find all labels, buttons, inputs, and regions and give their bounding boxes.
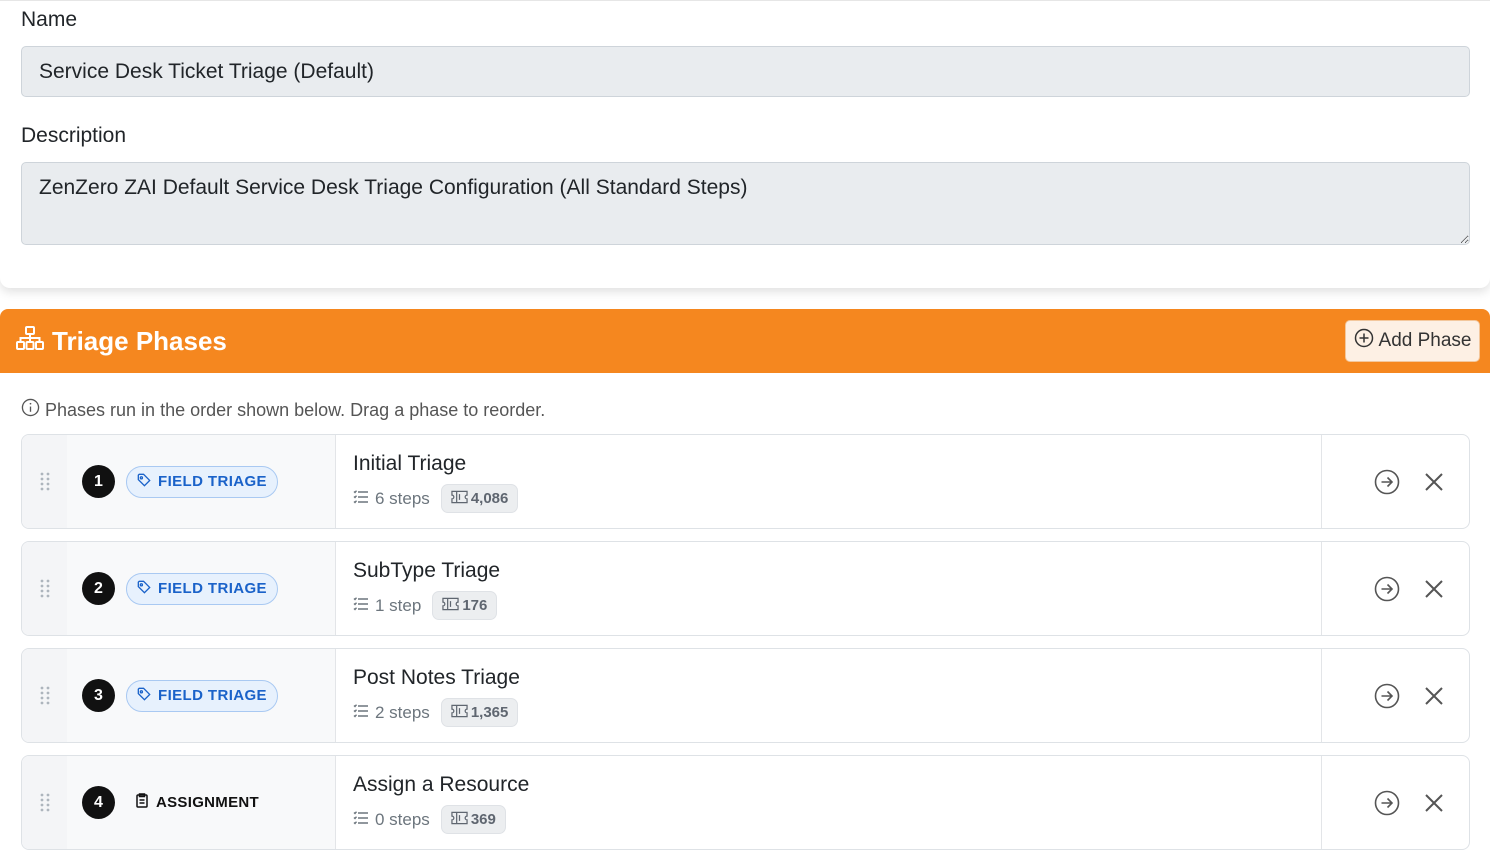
ticket-icon <box>442 597 462 615</box>
configuration-form-card: Name Description ZenZero ZAI Default Ser… <box>0 0 1490 288</box>
token-count: 1,365 <box>470 704 509 721</box>
close-icon[interactable] <box>1424 472 1444 492</box>
list-steps-icon <box>353 703 369 723</box>
ticket-icon <box>451 490 471 508</box>
phase-meta: 0 steps 369 <box>353 805 1321 834</box>
phase-order-badge: 3 <box>82 679 115 712</box>
drag-handle-icon[interactable] <box>22 649 67 742</box>
tag-icon <box>137 687 158 705</box>
name-input[interactable] <box>21 46 1470 97</box>
token-count-badge: 369 <box>440 805 506 834</box>
token-count: 176 <box>462 597 488 614</box>
ticket-icon <box>451 704 471 722</box>
phase-name: Post Notes Triage <box>353 666 520 689</box>
phase-name: SubType Triage <box>353 559 501 582</box>
sitemap-icon <box>16 326 52 357</box>
phase-type-label: ASSIGNMENT <box>156 794 260 811</box>
clipboard-icon <box>136 793 156 812</box>
close-icon[interactable] <box>1424 579 1444 599</box>
token-count-badge: 1,365 <box>440 698 519 727</box>
phase-meta: 1 step 176 <box>353 591 1321 620</box>
phase-actions <box>1321 756 1469 849</box>
phase-info: Assign a Resource 0 steps 369 <box>336 756 1321 849</box>
phase-order-badge: 4 <box>82 786 115 819</box>
phase-type-label: FIELD TRIAGE <box>158 580 267 597</box>
token-count: 4,086 <box>470 490 509 507</box>
close-icon[interactable] <box>1424 793 1444 813</box>
add-phase-label: Add Phase <box>1378 330 1472 351</box>
phase-row[interactable]: 2 FIELD TRIAGE SubType Triage 1 step 176 <box>21 541 1470 636</box>
phase-type-badge: ASSIGNMENT <box>126 787 269 819</box>
description-label: Description <box>21 124 127 147</box>
ticket-icon <box>451 811 471 829</box>
phase-order-badge: 1 <box>82 465 115 498</box>
phase-info: SubType Triage 1 step 176 <box>336 542 1321 635</box>
phase-type-badge: FIELD TRIAGE <box>126 679 278 712</box>
phase-actions <box>1321 649 1469 742</box>
info-circle-icon <box>21 398 45 422</box>
triage-phases-header: Triage Phases Add Phase <box>0 309 1490 373</box>
phase-info: Initial Triage 6 steps 4,086 <box>336 435 1321 528</box>
phase-actions <box>1321 435 1469 528</box>
phase-steps-count: 0 steps <box>375 809 430 829</box>
phase-row[interactable]: 3 FIELD TRIAGE Post Notes Triage 2 steps <box>21 648 1470 743</box>
token-count: 369 <box>470 811 496 828</box>
list-steps-icon <box>353 810 369 830</box>
close-icon[interactable] <box>1424 686 1444 706</box>
token-count-badge: 4,086 <box>440 484 519 513</box>
phase-row[interactable]: 1 FIELD TRIAGE Initial Triage 6 steps 4,… <box>21 434 1470 529</box>
phase-type-column: 4 ASSIGNMENT <box>67 756 336 849</box>
list-steps-icon <box>353 489 369 509</box>
phase-meta: 6 steps 4,086 <box>353 484 1321 513</box>
phase-type-column: 3 FIELD TRIAGE <box>67 649 336 742</box>
token-count-badge: 176 <box>432 591 498 620</box>
tag-icon <box>137 473 158 491</box>
phase-order-badge: 2 <box>82 572 115 605</box>
description-textarea[interactable]: ZenZero ZAI Default Service Desk Triage … <box>21 162 1470 245</box>
phase-row[interactable]: 4 ASSIGNMENT Assign a Resource 0 steps 3… <box>21 755 1470 850</box>
tag-icon <box>137 580 158 598</box>
arrow-right-circle-icon[interactable] <box>1374 683 1400 709</box>
add-phase-button[interactable]: Add Phase <box>1345 320 1480 362</box>
phase-name: Assign a Resource <box>353 773 530 796</box>
phases-hint-text: Phases run in the order shown below. Dra… <box>45 399 546 420</box>
list-steps-icon <box>353 596 369 616</box>
phase-info: Post Notes Triage 2 steps 1,365 <box>336 649 1321 742</box>
drag-handle-icon[interactable] <box>22 756 67 849</box>
arrow-right-circle-icon[interactable] <box>1374 469 1400 495</box>
arrow-right-circle-icon[interactable] <box>1374 790 1400 816</box>
phase-name: Initial Triage <box>353 452 467 475</box>
phase-steps-count: 1 step <box>375 595 422 615</box>
triage-phases-title: Triage Phases <box>16 326 227 357</box>
plus-circle-icon <box>1354 328 1379 354</box>
phase-steps-count: 2 steps <box>375 702 430 722</box>
phase-type-badge: FIELD TRIAGE <box>126 465 278 498</box>
phase-type-badge: FIELD TRIAGE <box>126 572 278 605</box>
triage-phases-title-text: Triage Phases <box>52 326 227 356</box>
arrow-right-circle-icon[interactable] <box>1374 576 1400 602</box>
phase-type-label: FIELD TRIAGE <box>158 687 267 704</box>
phase-steps-count: 6 steps <box>375 488 430 508</box>
phase-actions <box>1321 542 1469 635</box>
drag-handle-icon[interactable] <box>22 435 67 528</box>
name-label: Name <box>21 8 78 31</box>
phase-type-column: 1 FIELD TRIAGE <box>67 435 336 528</box>
drag-handle-icon[interactable] <box>22 542 67 635</box>
phase-type-label: FIELD TRIAGE <box>158 473 267 490</box>
phase-type-column: 2 FIELD TRIAGE <box>67 542 336 635</box>
phases-hint: Phases run in the order shown below. Dra… <box>21 398 545 422</box>
phase-meta: 2 steps 1,365 <box>353 698 1321 727</box>
